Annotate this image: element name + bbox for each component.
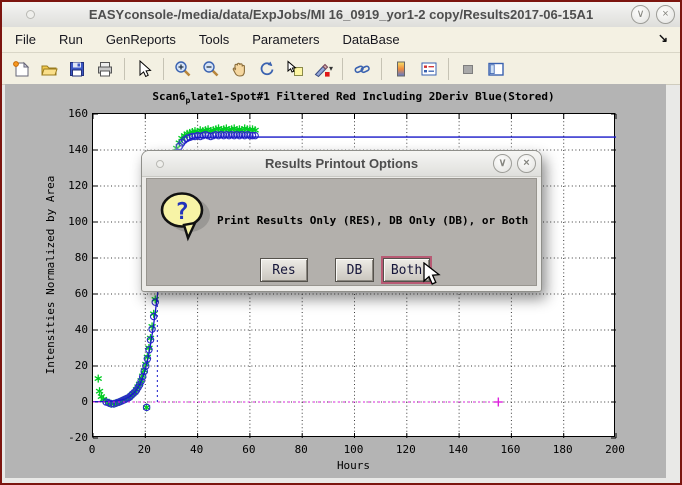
db-button[interactable]: DB (335, 258, 374, 282)
dialog-body: ? Print Results Only (RES), DB Only (DB)… (146, 178, 537, 286)
menu-parameters[interactable]: Parameters (249, 30, 322, 49)
plot-title: Scan6plate1-Spot#1 Filtered Red Includin… (92, 90, 615, 105)
toolbar-separator (163, 58, 164, 80)
insert-colorbar-button[interactable] (388, 56, 414, 82)
brush-dropdown-icon[interactable]: ▾ (329, 64, 333, 73)
y-tick-label: 120 (68, 179, 88, 192)
chevron-down-icon: ∨ (498, 157, 506, 169)
data-cursor-icon (286, 60, 304, 78)
app-window: EASYconsole-/media/data/ExpJobs/MI 16_09… (0, 0, 682, 485)
y-tick-label: 40 (75, 323, 88, 336)
window-orb-icon (26, 10, 35, 19)
y-tick-label: 60 (75, 287, 88, 300)
y-tick-label: 80 (75, 251, 88, 264)
y-tick-label: 100 (68, 215, 88, 228)
res-button[interactable]: Res (260, 258, 308, 282)
hide-plot-tools-button[interactable] (455, 56, 481, 82)
x-tick-label: 120 (396, 443, 416, 456)
y-tick-label: 160 (68, 107, 88, 120)
link-plot-button[interactable] (349, 56, 375, 82)
menu-overflow-icon[interactable]: ↘ (658, 31, 668, 45)
open-file-button[interactable] (36, 56, 62, 82)
pointer-button[interactable] (131, 56, 157, 82)
data-cursor-button[interactable] (282, 56, 308, 82)
close-icon: × (662, 8, 668, 20)
x-tick-label: 100 (344, 443, 364, 456)
window-collapse-button[interactable]: ∨ (631, 5, 650, 24)
toolbar-separator (381, 58, 382, 80)
menu-tools[interactable]: Tools (196, 30, 232, 49)
new-figure-icon (12, 60, 30, 78)
x-tick-label: 160 (500, 443, 520, 456)
results-printout-dialog: Results Printout Options ∨ × ? Print Res… (141, 150, 542, 292)
zoom-in-icon (174, 60, 192, 78)
insert-legend-button[interactable] (416, 56, 442, 82)
window-titlebar[interactable]: EASYconsole-/media/data/ExpJobs/MI 16_09… (2, 2, 680, 27)
zoom-in-button[interactable] (170, 56, 196, 82)
window-close-button[interactable]: × (656, 5, 675, 24)
y-tick-label: 0 (81, 395, 88, 408)
menu-file[interactable]: File (12, 30, 39, 49)
open-file-icon (40, 60, 58, 78)
menu-run[interactable]: Run (56, 30, 86, 49)
dialog-message: Print Results Only (RES), DB Only (DB), … (217, 214, 528, 227)
rotate-3d-button[interactable] (254, 56, 280, 82)
x-tick-labels: 020406080100120140160180200 (92, 443, 615, 456)
link-plot-icon (353, 60, 371, 78)
hide-plot-tools-icon (459, 60, 477, 78)
x-tick-label: 180 (553, 443, 573, 456)
y-tick-label: 20 (75, 359, 88, 372)
x-tick-label: 60 (242, 443, 255, 456)
y-tick-labels: -20020406080100120140160 (49, 113, 88, 437)
show-plot-tools-button[interactable] (483, 56, 509, 82)
x-tick-label: 20 (138, 443, 151, 456)
insert-colorbar-icon (392, 60, 410, 78)
pan-hand-button[interactable] (226, 56, 252, 82)
dialog-orb-icon (156, 160, 164, 168)
dialog-close-button[interactable]: × (517, 154, 536, 173)
dialog-titlebar[interactable]: Results Printout Options ∨ × (142, 151, 541, 177)
close-icon: × (523, 157, 529, 169)
insert-legend-icon (420, 60, 438, 78)
menu-database[interactable]: DataBase (339, 30, 402, 49)
print-figure-button[interactable] (92, 56, 118, 82)
y-tick-label: -20 (68, 431, 88, 444)
chevron-down-icon: ∨ (636, 8, 644, 20)
zoom-out-button[interactable] (198, 56, 224, 82)
brush-button[interactable]: ▾ (310, 56, 336, 82)
dialog-collapse-button[interactable]: ∨ (493, 154, 512, 173)
toolbar-separator (448, 58, 449, 80)
save-figure-button[interactable] (64, 56, 90, 82)
svg-text:?: ? (175, 199, 189, 225)
pointer-icon (135, 60, 153, 78)
x-tick-label: 40 (190, 443, 203, 456)
toolbar-separator (342, 58, 343, 80)
zoom-out-icon (202, 60, 220, 78)
menu-genreports[interactable]: GenReports (103, 30, 179, 49)
x-axis-label: Hours (92, 459, 615, 472)
x-tick-label: 80 (295, 443, 308, 456)
new-figure-button[interactable] (8, 56, 34, 82)
rotate-3d-icon (258, 60, 276, 78)
show-plot-tools-icon (487, 60, 505, 78)
toolbar-separator (124, 58, 125, 80)
mouse-cursor-icon (422, 262, 444, 286)
toolbar: ▾ (2, 53, 680, 85)
save-figure-icon (68, 60, 86, 78)
dialog-title: Results Printout Options (265, 156, 418, 171)
y-tick-label: 140 (68, 143, 88, 156)
menubar: File Run GenReports Tools Parameters Dat… (2, 27, 680, 53)
question-bubble-icon: ? (157, 189, 213, 243)
x-tick-label: 200 (605, 443, 625, 456)
pan-hand-icon (230, 60, 248, 78)
window-title: EASYconsole-/media/data/ExpJobs/MI 16_09… (2, 7, 680, 22)
x-tick-label: 140 (448, 443, 468, 456)
x-tick-label: 0 (89, 443, 96, 456)
print-figure-icon (96, 60, 114, 78)
